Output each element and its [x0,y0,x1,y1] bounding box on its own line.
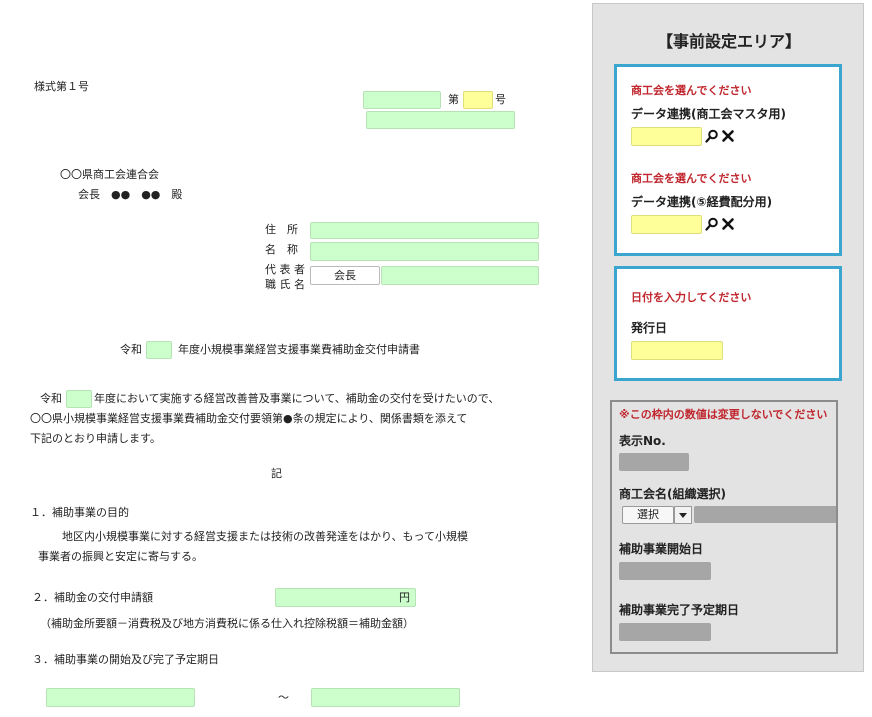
data-link-label-2: データ連携(⑤経費配分用) [631,195,773,209]
addressee-person: 会長 ●● ●● 殿 [78,188,183,201]
address-label: 住 所 [265,223,298,236]
issue-date-box: 日付を入力してください 発行日 [614,266,842,381]
go-label: 号 [495,93,506,106]
presetting-panel: 【事前設定エリア】 商工会を選んでください データ連携(商工会マスタ用) 商工会… [592,3,864,672]
org-name-field[interactable] [694,506,836,523]
start-date-display[interactable] [619,562,711,580]
document-number-field[interactable] [363,91,441,109]
select-prompt-2: 商工会を選んでください [631,172,752,185]
search-icon[interactable] [705,129,719,143]
panel-title: 【事前設定エリア】 [656,32,801,51]
org-name-label: 商工会名(組織選択) [619,487,726,501]
body-line-1: 年度において実施する経営改善普及事業について、補助金の交付を受けたいので、 [94,392,500,405]
data-link-field-2[interactable] [631,215,702,234]
number-field[interactable] [463,91,493,109]
title-year-field[interactable] [146,341,172,359]
chevron-down-icon [679,513,687,518]
application-title: 年度小規模事業経営支援事業費補助金交付申請書 [178,343,420,356]
issue-date-label: 発行日 [631,321,668,335]
org-select-dropdown[interactable] [674,506,692,524]
start-date-field[interactable] [46,688,195,707]
section3-title: ３．補助事業の開始及び完了予定期日 [32,653,219,666]
end-date-label: 補助事業完了予定期日 [619,603,740,617]
ki-heading: 記 [271,467,282,480]
section1-title: １．補助事業の目的 [30,506,129,519]
body-line-3: 下記のとおり申請します。 [30,432,161,445]
start-date-label: 補助事業開始日 [619,542,704,556]
representative-title-field[interactable]: 会長 [310,266,380,285]
title-prefix: 令和 [120,343,142,356]
close-icon[interactable] [721,217,735,231]
end-date-display[interactable] [619,623,711,641]
subsidy-amount-field[interactable]: 円 [275,588,416,607]
addressee-org: 〇〇県商工会連合会 [60,168,159,181]
name-field[interactable] [310,242,539,261]
section2-title: ２．補助金の交付申請額 [32,591,153,604]
dai-label: 第 [448,93,459,106]
end-date-field[interactable] [311,688,460,707]
date-prompt: 日付を入力してください [631,291,752,304]
data-link-box: 商工会を選んでください データ連携(商工会マスタ用) 商工会を選んでください デ… [614,64,842,256]
form-number: 様式第１号 [34,80,89,93]
org-select[interactable]: 選択 [622,506,674,524]
tilde: ～ [278,691,289,704]
representative-name-field[interactable] [381,266,539,285]
body-line-2: 〇〇県小規模事業経営支援事業費補助金交付要領第●条の規定により、関係書類を添えて [30,412,468,425]
issue-date-input[interactable] [631,341,723,360]
name-label: 名 称 [265,243,298,256]
address-field[interactable] [310,222,539,239]
fixed-values-box: ※この枠内の数値は変更しないでください 表示No. 商工会名(組織選択) 選択 … [610,400,838,654]
data-link-label-1: データ連携(商工会マスタ用) [631,107,786,121]
representative-label-line1: 代 表 者 [265,263,305,276]
search-icon[interactable] [705,217,719,231]
section2-note: （補助金所要額－消費税及び地方消費税に係る仕入れ控除税額＝補助金額） [40,617,414,630]
close-icon[interactable] [721,129,735,143]
issue-date-field[interactable] [366,111,515,129]
data-link-field-1[interactable] [631,127,702,146]
representative-label-line2: 職 氏 名 [265,278,305,291]
display-no-label: 表示No. [619,434,666,448]
do-not-change-warning: ※この枠内の数値は変更しないでください [619,408,828,421]
section1-body-line1: 地区内小規模事業に対する経営支援または技術の改善発達をはかり、もって小規模 [62,530,469,543]
body-year-field[interactable] [66,390,92,408]
yen-label: 円 [399,591,410,604]
body-prefix: 令和 [40,392,62,405]
select-prompt-1: 商工会を選んでください [631,84,752,97]
section1-body-line2: 事業者の振興と安定に寄与する。 [38,550,203,563]
display-no-field[interactable] [619,453,689,471]
